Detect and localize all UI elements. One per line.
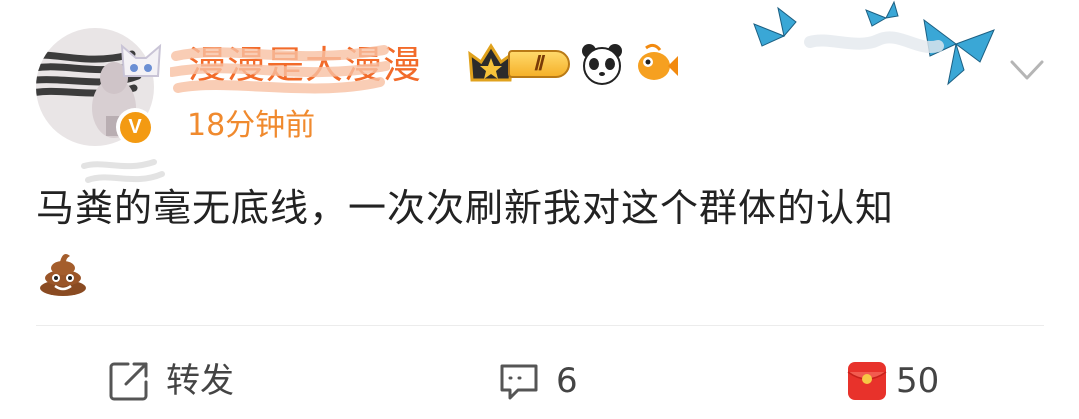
repost-label: 转发 <box>166 361 234 401</box>
like-count: 50 <box>896 361 940 401</box>
comment-count: 6 <box>556 361 578 401</box>
repost-button[interactable]: 转发 <box>106 353 234 409</box>
cat-ears-decoration-icon <box>120 43 162 77</box>
verified-badge-icon: V <box>119 111 151 143</box>
avatar[interactable]: V <box>36 28 162 146</box>
comment-button[interactable]: 6 <box>496 353 578 409</box>
vip-badge[interactable]: Ⅱ <box>468 42 570 86</box>
user-badges: Ⅱ <box>468 40 678 88</box>
goldfish-icon[interactable] <box>634 42 678 86</box>
repost-icon <box>109 362 148 401</box>
verified-badge: V <box>116 108 154 146</box>
action-divider <box>36 325 1044 326</box>
poop-emoji-icon <box>40 254 86 296</box>
comment-icon <box>500 364 538 400</box>
like-button[interactable]: 50 <box>844 353 939 409</box>
panda-icon[interactable] <box>580 42 624 86</box>
nickname-censor-scribble <box>170 45 390 94</box>
butterfly-decoration-icon <box>753 0 995 86</box>
red-envelope-like-icon <box>847 362 887 400</box>
vip-level-label: Ⅱ <box>508 50 570 78</box>
content-censor-scribble <box>81 159 165 183</box>
post-timestamp: 18分钟前 <box>187 108 316 143</box>
weibo-post-card: V 漫漫是大漫漫 Ⅱ 18分钟前 马粪的毫无底线，一次次刷新我对这个群体的认知 … <box>0 0 1079 419</box>
chevron-down-icon[interactable] <box>1004 52 1050 88</box>
